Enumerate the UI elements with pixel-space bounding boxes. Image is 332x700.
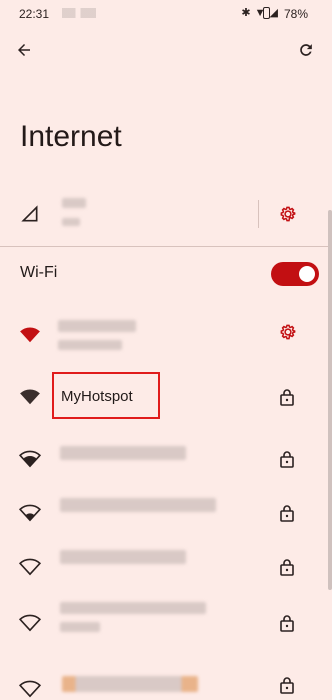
lock-icon — [280, 677, 294, 694]
network-name-redacted-line2 — [60, 622, 100, 632]
network-name-redacted — [58, 320, 136, 332]
network-item[interactable] — [0, 432, 332, 486]
network-item[interactable] — [0, 540, 332, 594]
network-name-redacted — [62, 676, 198, 692]
wifi-label: Wi-Fi — [20, 264, 58, 281]
wifi-outline-icon — [19, 504, 41, 522]
wifi-outline-icon — [19, 450, 41, 468]
battery-percent: 78% — [283, 7, 308, 21]
lock-icon — [280, 389, 294, 406]
wifi-outline-icon — [19, 680, 41, 698]
network-item[interactable] — [0, 596, 332, 650]
back-button[interactable] — [12, 38, 36, 62]
gear-icon — [280, 324, 296, 340]
wifi-toggle[interactable] — [271, 262, 319, 286]
mobile-network-row[interactable] — [0, 190, 332, 240]
status-notification-icons — [62, 8, 96, 18]
signal-status-icon: ◢ — [269, 7, 278, 19]
status-time: 22:31 — [19, 7, 50, 21]
network-name: MyHotspot — [61, 388, 133, 405]
network-name-redacted — [60, 446, 186, 460]
carrier-status-redacted — [62, 218, 80, 226]
page-title: Internet — [20, 120, 122, 153]
network-name-redacted — [60, 602, 206, 614]
network-item[interactable] — [0, 486, 332, 540]
wifi-outline-icon — [19, 558, 41, 576]
reset-network-button[interactable] — [294, 38, 318, 62]
network-name-redacted — [60, 550, 186, 564]
cell-signal-icon — [21, 205, 38, 222]
lock-icon — [280, 505, 294, 522]
carrier-name-redacted — [62, 198, 86, 208]
wifi-outline-icon — [19, 614, 41, 632]
wifi-filled-red-icon — [20, 327, 40, 343]
wifi-toggle-row[interactable]: Wi-Fi — [0, 254, 332, 294]
status-icons: ✱ ▼ ◢ — [241, 6, 278, 20]
wifi-filled-icon — [20, 389, 40, 405]
mobile-settings-button[interactable] — [276, 202, 300, 226]
network-name-redacted — [60, 498, 216, 512]
scrollbar[interactable] — [328, 210, 332, 590]
arrow-back-icon — [18, 44, 30, 56]
lock-icon — [280, 559, 294, 576]
network-item-myhotspot[interactable]: MyHotspot — [0, 370, 332, 424]
bluetooth-icon: ✱ — [241, 7, 251, 19]
network-item-connected[interactable] — [0, 308, 332, 362]
divider — [258, 200, 259, 228]
status-bar: 22:31 ✱ ▼ ◢ 78% — [0, 0, 332, 28]
network-status-redacted — [58, 340, 122, 350]
toggle-knob — [299, 266, 315, 282]
refresh-icon — [300, 44, 312, 56]
gear-icon — [280, 206, 296, 222]
lock-icon — [280, 615, 294, 632]
section-divider — [0, 246, 332, 247]
battery-icon — [263, 7, 270, 19]
lock-icon — [280, 451, 294, 468]
network-settings-button[interactable] — [276, 320, 300, 344]
network-item[interactable] — [0, 662, 332, 700]
